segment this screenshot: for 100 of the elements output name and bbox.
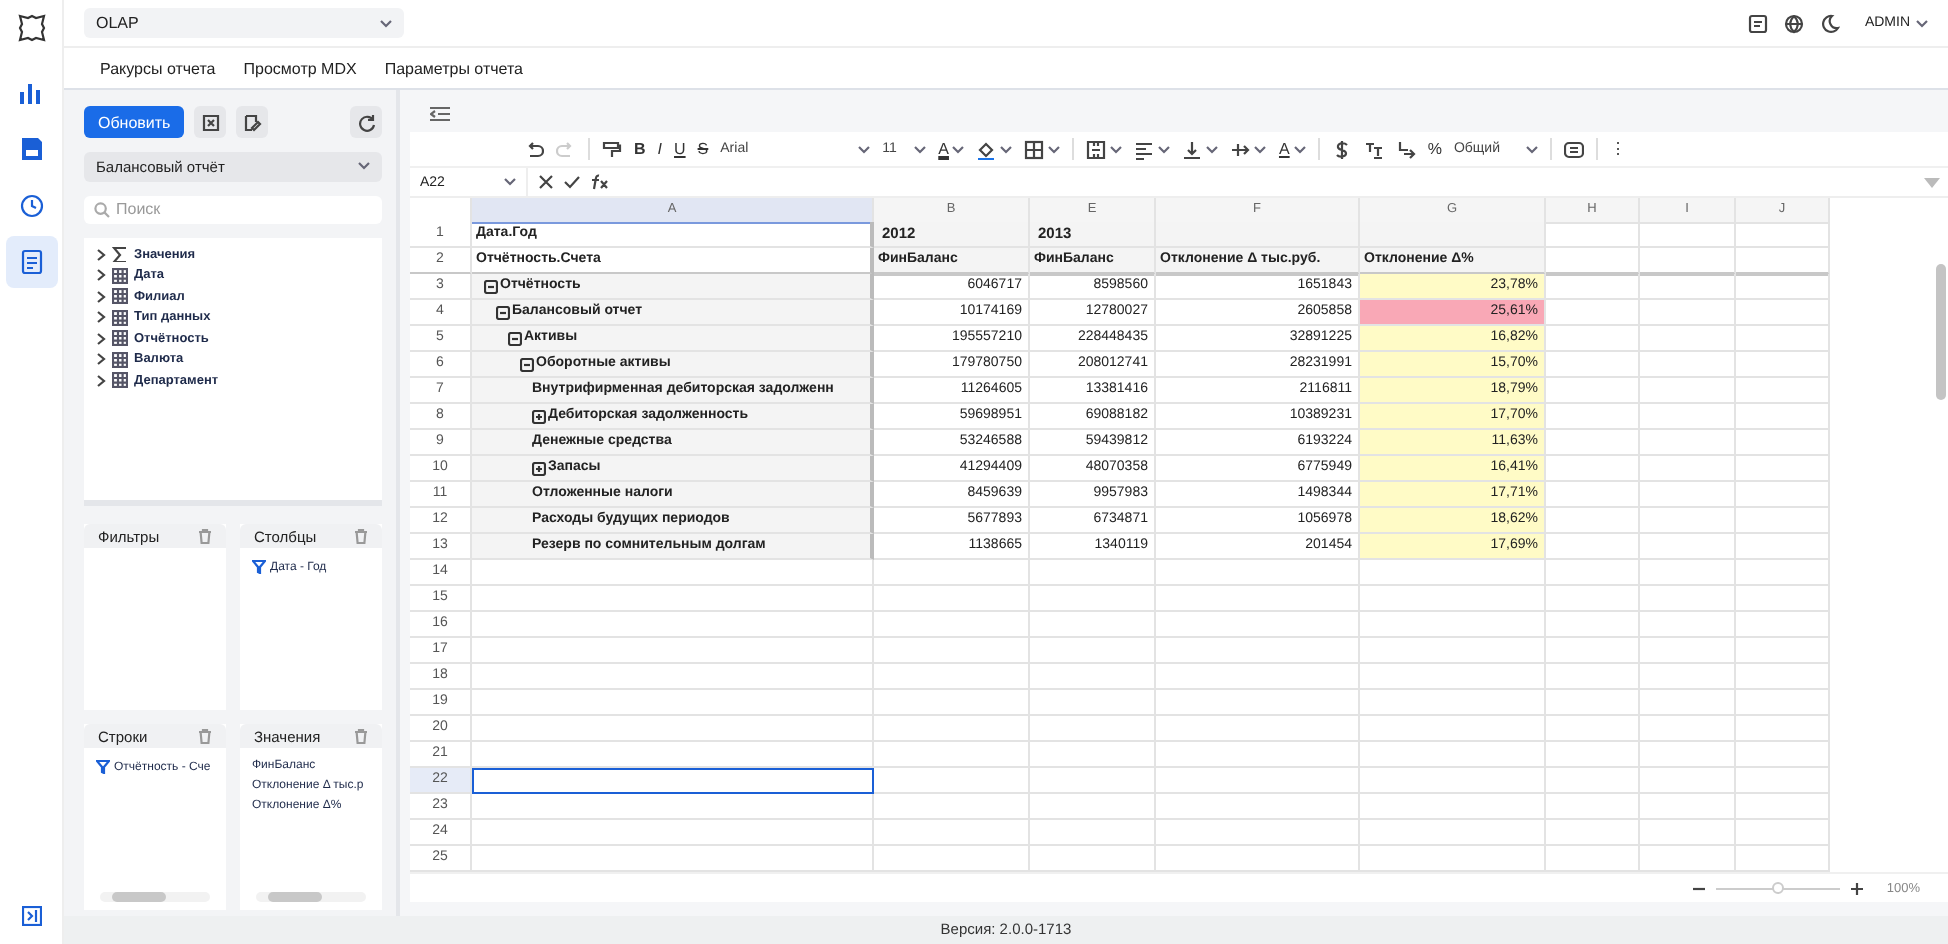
collapse-icon[interactable] xyxy=(508,331,522,345)
empty-cell xyxy=(1640,456,1736,482)
empty-cell xyxy=(1640,508,1736,534)
check-icon[interactable] xyxy=(564,174,580,190)
search-icon xyxy=(94,201,110,218)
table-icon xyxy=(112,330,128,347)
empty-cell xyxy=(1736,300,1830,326)
text-rotation-button[interactable]: A xyxy=(1278,139,1290,159)
report-icon[interactable] xyxy=(1748,13,1769,33)
selected-cell[interactable] xyxy=(472,768,874,794)
caret-icon[interactable] xyxy=(1110,145,1123,153)
align-left-icon[interactable] xyxy=(1134,139,1155,159)
borders-icon[interactable] xyxy=(1024,139,1045,159)
empty-cell xyxy=(1736,508,1830,534)
empty-cell xyxy=(1030,638,1156,664)
caret-icon[interactable] xyxy=(1254,145,1267,153)
empty-cell xyxy=(1640,794,1736,820)
empty-cell xyxy=(1640,274,1736,300)
empty-cell xyxy=(1030,768,1156,794)
underline-button[interactable]: U xyxy=(674,139,686,159)
bar-chart-icon xyxy=(17,80,45,108)
italic-button[interactable]: I xyxy=(657,139,663,159)
strikethrough-button[interactable]: S xyxy=(697,139,709,159)
caret-icon[interactable] xyxy=(1206,145,1219,153)
caret-icon[interactable] xyxy=(914,145,927,153)
moon-icon[interactable] xyxy=(1820,13,1841,33)
empty-cell xyxy=(1030,586,1156,612)
horizontal-scrollbar[interactable] xyxy=(256,892,366,902)
plus-icon[interactable] xyxy=(1850,881,1865,895)
empty-cell xyxy=(1640,300,1736,326)
paint-roller-icon[interactable] xyxy=(602,139,622,159)
collapse-panel-icon[interactable] xyxy=(430,106,450,122)
percent-button[interactable]: % xyxy=(1427,139,1442,159)
expand-panel-icon[interactable] xyxy=(21,906,41,926)
refresh-button[interactable]: Обновить xyxy=(84,106,185,138)
module-dropdown[interactable]: OLAP xyxy=(84,8,404,38)
caret-icon[interactable] xyxy=(1048,145,1061,153)
caret-icon[interactable] xyxy=(504,178,516,186)
caret-icon[interactable] xyxy=(358,162,370,171)
merge-cells-icon[interactable] xyxy=(1086,139,1107,159)
history-icon xyxy=(17,192,45,220)
empty-cell xyxy=(1640,612,1736,638)
empty-cell xyxy=(1640,690,1736,716)
caret-icon[interactable] xyxy=(1525,145,1538,153)
text-color-button[interactable]: A xyxy=(938,139,949,159)
tab[interactable]: Параметры отчета xyxy=(384,53,523,83)
caret-icon[interactable] xyxy=(858,145,871,153)
dollar-icon[interactable] xyxy=(1331,139,1352,159)
table-icon xyxy=(112,267,128,284)
expand-icon[interactable] xyxy=(532,461,546,475)
empty-cell xyxy=(1640,430,1736,456)
empty-cell xyxy=(1030,846,1156,872)
collapse-icon[interactable] xyxy=(520,357,534,371)
collapse-icon[interactable] xyxy=(484,279,498,293)
caret-icon[interactable] xyxy=(952,145,965,153)
empty-cell xyxy=(1736,716,1830,742)
caret-icon[interactable] xyxy=(1293,145,1306,153)
tab[interactable]: Ракурсы отчета xyxy=(100,53,216,83)
collapse-icon[interactable] xyxy=(496,305,510,319)
search-field[interactable]: Поиск xyxy=(84,195,382,224)
globe-icon[interactable] xyxy=(1784,13,1805,33)
empty-cell xyxy=(1546,560,1640,586)
empty-cell xyxy=(1736,352,1830,378)
horizontal-scrollbar[interactable] xyxy=(100,892,210,902)
tab[interactable]: Просмотр MDX xyxy=(243,53,357,83)
document-icon xyxy=(17,248,45,276)
empty-cell xyxy=(1640,352,1736,378)
undo-icon[interactable] xyxy=(524,139,544,159)
edit-button[interactable] xyxy=(236,106,269,138)
export-button[interactable] xyxy=(194,106,227,138)
cancel-icon[interactable] xyxy=(538,174,554,190)
rail-button[interactable] xyxy=(5,236,57,288)
caret-icon[interactable] xyxy=(1000,145,1013,153)
empty-cell xyxy=(1736,456,1830,482)
empty-cell xyxy=(1736,326,1830,352)
function-icon[interactable] xyxy=(590,174,610,190)
empty-cell xyxy=(1736,560,1830,586)
filter-icon[interactable] xyxy=(96,760,110,774)
caret-icon[interactable] xyxy=(1916,19,1928,27)
empty-cell xyxy=(1736,482,1830,508)
empty-cell xyxy=(1546,638,1640,664)
fill-color-icon[interactable] xyxy=(976,139,997,159)
more-button[interactable]: ⋮ xyxy=(1609,139,1626,159)
comment-icon[interactable] xyxy=(1563,139,1584,159)
bold-button[interactable]: B xyxy=(634,139,646,159)
align-bottom-icon[interactable] xyxy=(1182,139,1203,159)
expand-icon[interactable] xyxy=(532,409,546,423)
caret-icon[interactable] xyxy=(380,19,392,27)
empty-cell xyxy=(1736,430,1830,456)
empty-cell xyxy=(1736,222,1830,248)
empty-cell xyxy=(1546,794,1640,820)
empty-cell xyxy=(1640,638,1736,664)
reload-button[interactable] xyxy=(350,106,382,138)
filter-icon[interactable] xyxy=(252,560,266,574)
text-wrap-icon[interactable] xyxy=(1230,139,1251,159)
vertical-scrollbar[interactable] xyxy=(1936,264,1946,400)
empty-cell xyxy=(1546,612,1640,638)
empty-cell xyxy=(1736,586,1830,612)
empty-cell xyxy=(1030,664,1156,690)
caret-icon[interactable] xyxy=(1158,145,1171,153)
